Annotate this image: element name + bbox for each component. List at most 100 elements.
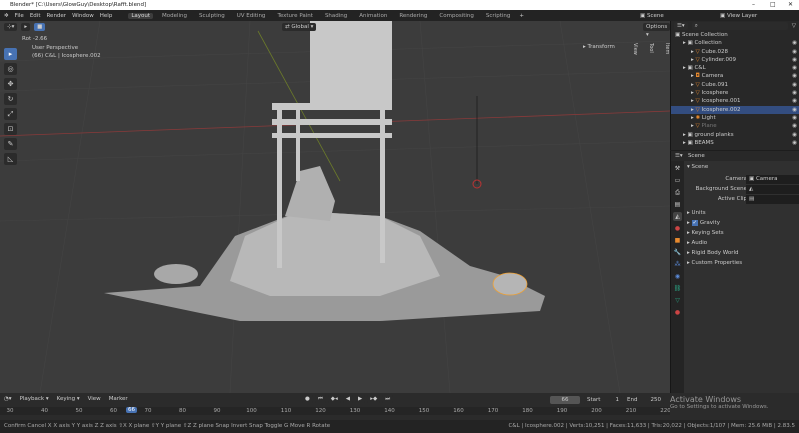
outliner-row[interactable]: ▸ ▣ Collection◉ [671, 39, 799, 47]
playhead[interactable]: 66 [126, 407, 137, 413]
modifier-tab-icon[interactable]: 🔧 [673, 248, 682, 257]
particles-tab-icon[interactable]: ⁂ [673, 260, 682, 269]
keying-menu[interactable]: Keying ▾ [57, 396, 80, 402]
sidebar-tab-tool[interactable]: Tool [648, 43, 654, 55]
select-mode-button[interactable]: ▸ [21, 23, 30, 31]
annotate-tool-icon[interactable]: ✎ [4, 138, 17, 150]
tab-rendering[interactable]: Rendering [396, 13, 430, 19]
background-scene-field[interactable]: ◭ [746, 185, 799, 194]
visibility-eye-icon[interactable]: ◉ [792, 64, 797, 72]
move-tool-icon[interactable]: ✥ [4, 78, 17, 90]
frame-ruler[interactable]: 66 3040506070809010011012013014015016017… [0, 407, 670, 415]
menu-window[interactable]: Window [72, 13, 94, 19]
outliner-row[interactable]: ▸ ▽ Icosphere◉ [671, 89, 799, 97]
expand-arrow-icon[interactable]: ▸ [683, 65, 686, 71]
tab-uv-editing[interactable]: UV Editing [234, 13, 269, 19]
blender-logo-icon[interactable]: ✲ [4, 13, 9, 19]
minimize-button[interactable]: – [752, 0, 755, 10]
transform-panel-toggle[interactable]: ▸ Transform [583, 44, 615, 50]
keying-sets-panel[interactable]: ▸ Keying Sets [687, 229, 724, 238]
editor-type-button[interactable]: ⊹▾ [4, 23, 17, 31]
camera-field[interactable]: ▣ Camera [746, 175, 799, 184]
transform-orientation-dropdown[interactable]: ⇄ Global ▾ [282, 23, 316, 31]
output-tab-icon[interactable]: ⎙ [673, 188, 682, 197]
menu-render[interactable]: Render [46, 13, 66, 19]
expand-arrow-icon[interactable]: ▸ [691, 98, 694, 104]
filter-icon[interactable]: ▽ [792, 23, 796, 29]
playback-menu[interactable]: Playback ▾ [20, 396, 49, 402]
physics-tab-icon[interactable]: ◉ [673, 272, 682, 281]
outliner-row[interactable]: ▸ ◘ Camera◉ [671, 72, 799, 80]
transform-tool-icon[interactable]: ⊡ [4, 123, 17, 135]
3d-viewport[interactable]: ⊹▾ ▸ ■ ⇄ Global ▾ Options ▾ Rot -2.66 Us… [0, 21, 670, 393]
units-panel[interactable]: ▸ Units [687, 209, 706, 218]
visibility-eye-icon[interactable]: ◉ [792, 97, 797, 105]
audio-panel[interactable]: ▸ Audio [687, 239, 707, 248]
outliner-row[interactable]: ▸ ▽ Plane◉ [671, 122, 799, 130]
measure-tool-icon[interactable]: ◺ [4, 153, 17, 165]
selection-mode-new[interactable]: ■ [34, 23, 45, 31]
expand-arrow-icon[interactable]: ▸ [691, 115, 694, 121]
jump-end-button[interactable]: ⏭ [382, 395, 393, 403]
play-button[interactable]: ▶ [355, 395, 365, 403]
add-workspace-button[interactable]: + [519, 13, 524, 19]
selected-icosphere[interactable] [493, 273, 527, 295]
options-dropdown[interactable]: Options ▾ [643, 23, 670, 31]
visibility-eye-icon[interactable]: ◉ [792, 48, 797, 56]
rigid-body-world-panel[interactable]: ▸ Rigid Body World [687, 249, 739, 258]
data-tab-icon[interactable]: ▽ [673, 296, 682, 305]
prev-keyframe-button[interactable]: ◆◂ [328, 395, 341, 403]
visibility-eye-icon[interactable]: ◉ [792, 89, 797, 97]
outliner-row[interactable]: ▸ ▣ BEAMS◉ [671, 139, 799, 147]
view-layer-selector[interactable]: ▣ View Layer [720, 13, 757, 19]
tool-tab-icon[interactable]: ⚒ [673, 164, 682, 173]
outliner-row[interactable]: ▸ ✺ Light◉ [671, 114, 799, 122]
menu-edit[interactable]: Edit [30, 13, 41, 19]
cursor-tool-icon[interactable]: ◎ [4, 63, 17, 75]
active-clip-field[interactable]: ▤ [746, 195, 799, 204]
outliner-row[interactable]: ▸ ▣ C&L◉ [671, 64, 799, 72]
view-menu[interactable]: View [88, 396, 101, 402]
expand-arrow-icon[interactable]: ▸ [691, 82, 694, 88]
outliner-row[interactable]: ▸ ▽ Cube.028◉ [671, 48, 799, 56]
view-layer-tab-icon[interactable]: ▤ [673, 200, 682, 209]
select-tool-icon[interactable]: ▸ [4, 48, 17, 60]
constraints-tab-icon[interactable]: ⛓ [673, 284, 682, 293]
material-tab-icon[interactable]: ● [673, 308, 682, 317]
visibility-eye-icon[interactable]: ◉ [792, 56, 797, 64]
visibility-eye-icon[interactable]: ◉ [792, 131, 797, 139]
sidebar-tab-view[interactable]: View [632, 43, 638, 55]
expand-arrow-icon[interactable]: ▸ [691, 73, 694, 79]
maximize-button[interactable]: □ [770, 0, 776, 10]
tab-sculpting[interactable]: Sculpting [196, 13, 228, 19]
outliner-row[interactable]: ▸ ▽ Cylinder.009◉ [671, 56, 799, 64]
jump-start-button[interactable]: ⏮ [315, 395, 326, 403]
play-reverse-button[interactable]: ◀ [343, 395, 353, 403]
visibility-eye-icon[interactable]: ◉ [792, 139, 797, 147]
editor-type-button[interactable]: ◔▾ [4, 396, 12, 402]
display-mode-button[interactable]: ☰▾ [674, 22, 688, 30]
record-button[interactable]: ● [302, 395, 313, 403]
close-button[interactable]: ✕ [788, 0, 793, 10]
outliner-search-input[interactable]: ⌕ [692, 22, 788, 30]
tab-modeling[interactable]: Modeling [159, 13, 190, 19]
world-tab-icon[interactable]: ● [673, 224, 682, 233]
tab-layout[interactable]: Layout [128, 13, 153, 19]
expand-arrow-icon[interactable]: ▸ [683, 40, 686, 46]
visibility-eye-icon[interactable]: ◉ [792, 122, 797, 130]
gravity-panel[interactable]: ▸ ✓ Gravity [687, 219, 720, 228]
tab-shading[interactable]: Shading [322, 13, 350, 19]
object-tab-icon[interactable]: ■ [673, 236, 682, 245]
outliner-row[interactable]: ▸ ▽ Icosphere.002◉ [671, 106, 799, 114]
expand-arrow-icon[interactable]: ▸ [691, 107, 694, 113]
tab-animation[interactable]: Animation [356, 13, 390, 19]
tab-texture-paint[interactable]: Texture Paint [274, 13, 316, 19]
tab-scripting[interactable]: Scripting [483, 13, 513, 19]
scene-collection-row[interactable]: ▣ Scene Collection [671, 31, 799, 39]
tab-compositing[interactable]: Compositing [436, 13, 476, 19]
outliner-row[interactable]: ▸ ▽ Cube.091◉ [671, 81, 799, 89]
expand-arrow-icon[interactable]: ▸ [683, 140, 686, 146]
render-tab-icon[interactable]: ▭ [673, 176, 682, 185]
scene-selector[interactable]: ▣ Scene [640, 13, 664, 19]
expand-arrow-icon[interactable]: ▸ [683, 132, 686, 138]
